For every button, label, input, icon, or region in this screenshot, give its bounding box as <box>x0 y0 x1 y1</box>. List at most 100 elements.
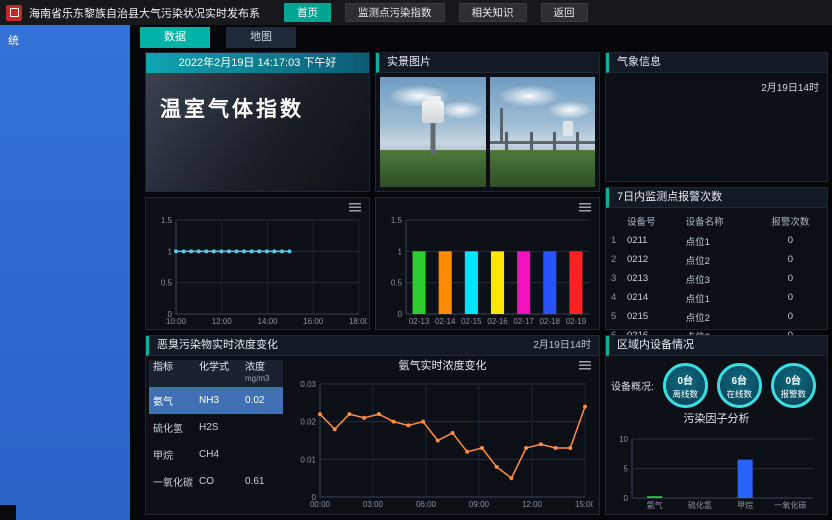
svg-text:15:00: 15:00 <box>575 500 593 509</box>
nav-monitor-index-button[interactable]: 监测点污染指数 <box>345 3 445 22</box>
alarm-row[interactable]: 5 0215 点位2 0 <box>606 307 827 326</box>
nav-home-button[interactable]: 首页 <box>284 3 331 22</box>
site-photo-1 <box>380 77 486 187</box>
view-tabs: 数据 地图 <box>140 27 296 48</box>
devices-panel-header: 区域内设备情况 <box>606 336 827 356</box>
alarm-row[interactable]: 1 0211 点位1 0 <box>606 231 827 250</box>
svg-text:0.02: 0.02 <box>300 418 316 427</box>
headline-text: 温室气体指数 <box>146 73 369 123</box>
daily-index-panel: 00.511.502-1302-1402-1502-1602-1702-1802… <box>375 197 600 330</box>
top-nav: 首页 监测点污染指数 相关知识 返回 <box>284 3 588 22</box>
svg-text:14:00: 14:00 <box>257 317 278 326</box>
svg-text:0.5: 0.5 <box>161 279 173 288</box>
greenhouse-index-panel: 2022年2月19日 14:17:03 下午好 温室气体指数 <box>145 52 370 192</box>
top-bar: 海南省乐东黎族自治县大气污染状况实时发布系 首页 监测点污染指数 相关知识 返回 <box>0 0 832 25</box>
svg-text:03:00: 03:00 <box>363 500 384 509</box>
odor-row-h2s[interactable]: 硫化氢 H2S <box>149 414 283 441</box>
odor-panel-title: 恶臭污染物实时浓度变化 <box>157 336 278 355</box>
headline-area: 温室气体指数 <box>146 73 369 191</box>
weather-panel: 气象信息 2月19日14时 <box>605 52 828 182</box>
svg-text:16:00: 16:00 <box>303 317 324 326</box>
svg-text:02-15: 02-15 <box>461 317 482 326</box>
svg-text:02-19: 02-19 <box>566 317 587 326</box>
svg-text:0: 0 <box>624 494 629 503</box>
svg-text:12:00: 12:00 <box>212 317 233 326</box>
app-title-overflow: 统 <box>0 25 130 48</box>
app-logo-icon <box>6 5 22 21</box>
svg-text:10:00: 10:00 <box>166 317 187 326</box>
svg-text:02-17: 02-17 <box>513 317 534 326</box>
fence-post-shape <box>553 132 556 150</box>
col-device-name: 设备名称 <box>681 211 754 231</box>
col-concentration: 浓度 mg/m3 <box>245 363 279 384</box>
online-count-circle: 6台 在线数 <box>717 363 762 408</box>
monitor-device-shape <box>563 121 573 136</box>
svg-text:09:00: 09:00 <box>469 500 490 509</box>
concentration-unit: mg/m3 <box>245 374 279 384</box>
odor-panel-timestamp: 2月19日14时 <box>533 336 591 355</box>
tab-map[interactable]: 地图 <box>226 27 296 48</box>
fence-post-shape <box>505 132 508 150</box>
col-formula: 化学式 <box>199 363 245 384</box>
chart-toolbox-icon[interactable] <box>579 203 591 212</box>
devices-panel: 区域内设备情况 设备概况: 0台 离线数 6台 在线数 0台 报警数 污染因子分… <box>605 335 828 515</box>
svg-text:06:00: 06:00 <box>416 500 437 509</box>
odor-table: 指标 化学式 浓度 mg/m3 氨气 NH3 0.02 硫化氢 H2S <box>146 356 286 514</box>
pollution-factor-chart: 0510氨气硫化氢甲烷一氧化碳 <box>612 431 821 511</box>
chart-toolbox-icon[interactable] <box>579 361 591 370</box>
tab-data[interactable]: 数据 <box>140 27 210 48</box>
svg-text:甲烷: 甲烷 <box>737 500 753 510</box>
svg-text:00:00: 00:00 <box>310 500 331 509</box>
app-title: 海南省乐东黎族自治县大气污染状况实时发布系 <box>29 5 260 21</box>
weather-panel-header: 气象信息 <box>606 53 827 73</box>
daily-index-bar-chart: 00.511.502-1302-1402-1502-1602-1702-1802… <box>378 212 597 327</box>
alarm-table-header-row: 设备号 设备名称 报警次数 <box>606 211 827 231</box>
nav-knowledge-button[interactable]: 相关知识 <box>459 3 527 22</box>
nh3-chart-title: 氨气实时浓度变化 <box>286 356 599 374</box>
corner-block <box>0 505 16 520</box>
alarm-row[interactable]: 2 0212 点位2 0 <box>606 250 827 269</box>
odor-table-header: 指标 化学式 浓度 mg/m3 <box>149 360 283 387</box>
main-content: 数据 地图 2022年2月19日 14:17:03 下午好 温室气体指数 实景图… <box>130 25 832 520</box>
alarm-row[interactable]: 4 0214 点位1 0 <box>606 288 827 307</box>
factor-analysis-title: 污染因子分析 <box>606 411 827 427</box>
odor-row-co[interactable]: 一氧化碳 CO 0.61 <box>149 468 283 495</box>
fence-post-shape <box>576 132 579 150</box>
device-overview-label: 设备概况: <box>611 378 654 393</box>
col-alarm-count: 报警次数 <box>754 211 827 231</box>
odor-panel-header: 恶臭污染物实时浓度变化 2月19日14时 <box>146 336 599 356</box>
alarm-panel-header: 7日内监测点报警次数 <box>606 188 827 208</box>
weather-body: 2月19日14时 <box>606 73 827 100</box>
svg-text:02-16: 02-16 <box>487 317 508 326</box>
weather-panel-title: 气象信息 <box>617 53 661 72</box>
svg-text:02-14: 02-14 <box>435 317 456 326</box>
odor-body: 指标 化学式 浓度 mg/m3 氨气 NH3 0.02 硫化氢 H2S <box>146 356 599 514</box>
col-device-id: 设备号 <box>622 211 681 231</box>
datetime-bar: 2022年2月19日 14:17:03 下午好 <box>146 53 369 73</box>
svg-text:18:00: 18:00 <box>349 317 367 326</box>
odor-row-nh3[interactable]: 氨气 NH3 0.02 <box>149 387 283 414</box>
sidebar: 统 <box>0 25 130 520</box>
svg-text:5: 5 <box>624 465 629 474</box>
chart-toolbox-icon[interactable] <box>349 203 361 212</box>
odor-row-ch4[interactable]: 甲烷 CH4 <box>149 441 283 468</box>
svg-text:1.5: 1.5 <box>161 216 173 225</box>
svg-text:02-18: 02-18 <box>540 317 561 326</box>
alarm-row[interactable]: 3 0213 点位3 0 <box>606 269 827 288</box>
photos-panel-header: 实景图片 <box>376 53 599 73</box>
svg-text:12:00: 12:00 <box>522 500 543 509</box>
nav-back-button[interactable]: 返回 <box>541 3 588 22</box>
fence-post-shape <box>530 132 533 150</box>
svg-text:0: 0 <box>398 310 403 319</box>
svg-text:0.03: 0.03 <box>300 380 316 389</box>
svg-text:一氧化碳: 一氧化碳 <box>774 500 806 510</box>
grass-shape <box>380 150 486 187</box>
odor-pollutants-panel: 恶臭污染物实时浓度变化 2月19日14时 指标 化学式 浓度 mg/m3 氨气 … <box>145 335 600 515</box>
site-photos-panel: 实景图片 <box>375 52 600 192</box>
alarm-table: 设备号 设备名称 报警次数 1 0211 点位1 0 2 0212 点位2 0 <box>606 211 827 345</box>
photos-panel-title: 实景图片 <box>387 53 431 72</box>
greenhouse-index-trend-chart: 00.511.510:0012:0014:0016:0018:00 <box>148 212 367 327</box>
monitor-pole-shape <box>500 108 503 143</box>
svg-text:1: 1 <box>168 247 173 256</box>
alarm-panel-title: 7日内监测点报警次数 <box>617 188 722 207</box>
